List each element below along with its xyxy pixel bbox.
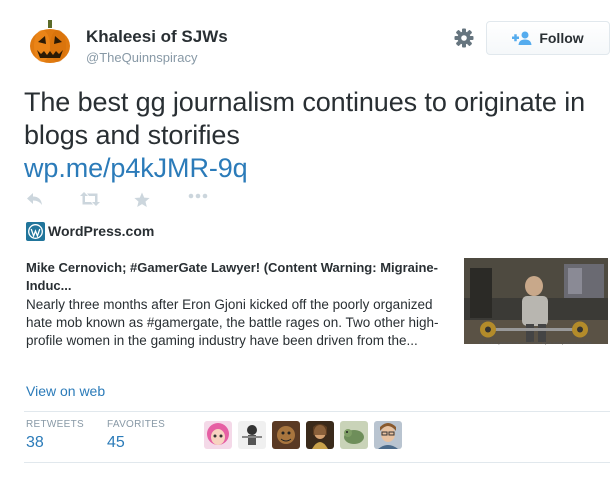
stats-divider-bottom xyxy=(24,462,610,463)
wordpress-icon xyxy=(26,222,45,241)
favoriter-avatar[interactable] xyxy=(374,421,402,449)
favoriter-avatars xyxy=(204,421,402,449)
view-on-web-link[interactable]: View on web xyxy=(26,383,105,399)
favorites-label: FAVORITES xyxy=(107,419,166,430)
card-thumbnail[interactable] xyxy=(464,258,608,344)
more-icon[interactable] xyxy=(188,192,242,210)
add-user-icon xyxy=(512,31,532,45)
retweets-count[interactable]: 38 xyxy=(26,434,84,452)
retweets-label: RETWEETS xyxy=(26,419,84,430)
retweets-stat[interactable]: RETWEETS 38 xyxy=(26,419,84,452)
tweet-body: The best gg journalism continues to orig… xyxy=(24,87,586,150)
favoriter-avatar[interactable] xyxy=(204,421,232,449)
pumpkin-avatar-icon xyxy=(30,20,70,63)
tweet-actions xyxy=(26,192,242,210)
favorite-icon[interactable] xyxy=(134,192,188,210)
retweet-icon[interactable] xyxy=(80,192,134,210)
user-name[interactable]: Khaleesi of SJWs xyxy=(86,27,228,47)
tweet-text: The best gg journalism continues to orig… xyxy=(24,86,604,185)
gear-icon[interactable] xyxy=(453,27,475,49)
thumbnail-caption: Be sure to perform the Victor Pride alph… xyxy=(479,340,593,345)
tweet-link[interactable]: wp.me/p4kJMR-9q xyxy=(24,152,604,185)
gym-photo-image xyxy=(464,258,608,344)
favoriter-avatar[interactable] xyxy=(340,421,368,449)
follow-label: Follow xyxy=(539,30,584,46)
user-handle[interactable]: @TheQuinnspiracy xyxy=(86,50,197,65)
favorites-stat[interactable]: FAVORITES 45 xyxy=(107,419,165,452)
reply-icon[interactable] xyxy=(26,192,80,210)
favoriter-avatar[interactable] xyxy=(272,421,300,449)
favoriter-avatar[interactable] xyxy=(306,421,334,449)
favoriter-avatar[interactable] xyxy=(238,421,266,449)
card-site-name[interactable]: WordPress.com xyxy=(48,223,154,239)
stats-divider-top xyxy=(24,411,610,412)
favorites-count[interactable]: 45 xyxy=(107,434,165,452)
card-title[interactable]: Mike Cernovich; #GamerGate Lawyer! (Cont… xyxy=(26,259,446,295)
user-avatar[interactable] xyxy=(26,18,74,66)
card-description: Nearly three months after Eron Gjoni kic… xyxy=(26,297,439,348)
follow-button[interactable]: Follow xyxy=(486,21,610,55)
